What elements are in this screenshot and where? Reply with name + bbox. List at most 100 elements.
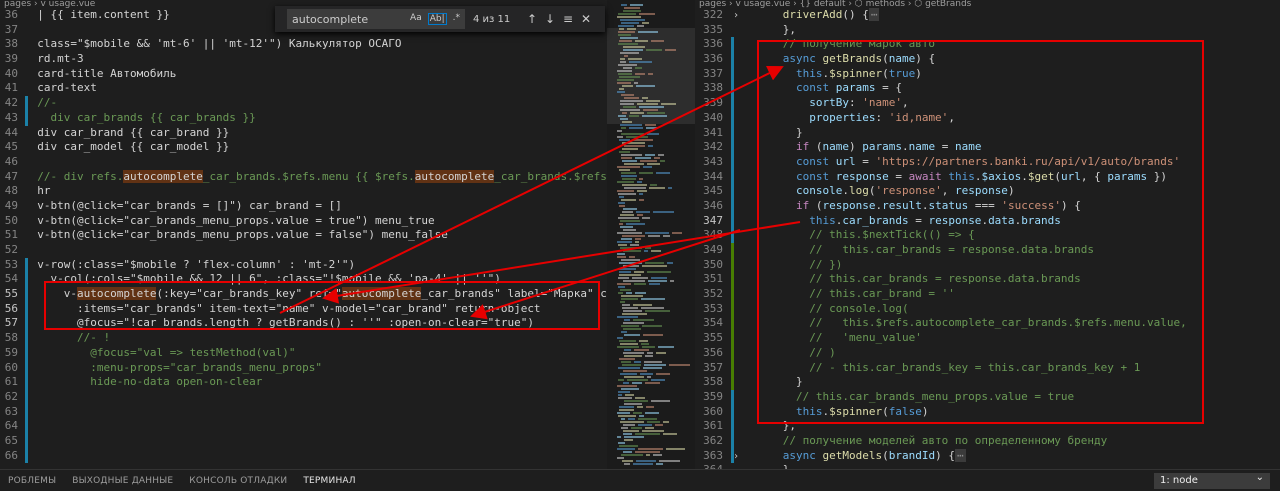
minimap[interactable] — [607, 0, 695, 469]
minimap-line — [618, 193, 636, 195]
git-change-marker — [731, 287, 734, 302]
code-line[interactable]: 42 //- — [0, 96, 607, 111]
minimap-line — [621, 361, 631, 363]
regex-toggle[interactable]: .* — [453, 13, 460, 25]
right-breadcrumb[interactable]: pages › 𝗏 usage.vue › {} default › ⬡ met… — [695, 0, 1280, 8]
minimap-line — [635, 397, 645, 399]
minimap-line — [646, 406, 654, 408]
minimap-line — [633, 139, 653, 141]
minimap-line — [637, 181, 642, 183]
code-line[interactable]: 66 — [0, 448, 607, 464]
minimap-line — [619, 196, 624, 198]
minimap-line — [645, 262, 664, 264]
minimap-line — [647, 421, 660, 423]
code-line[interactable]: 64 — [0, 419, 607, 434]
minimap-line — [618, 25, 634, 27]
minimap-line — [626, 136, 648, 138]
code-line[interactable]: 48 hr — [0, 184, 607, 199]
code-line[interactable]: 59 @focus="val => testMethod(val)" — [0, 345, 607, 361]
git-change-marker — [25, 331, 28, 346]
minimap-line — [620, 289, 631, 291]
folded-ellipsis[interactable]: ⋯ — [868, 8, 880, 21]
code-token: div car_model {{ car_model }} — [24, 140, 230, 154]
line-number: 60 — [4, 360, 18, 374]
code-line[interactable]: 322 › driverAdd() {⋯ — [695, 8, 1280, 23]
line-number: 42 — [4, 96, 18, 110]
previous-match-button[interactable]: ↑ — [523, 12, 541, 26]
minimap-line — [620, 124, 642, 126]
code-line[interactable]: 51 v-btn(@click="car_brands_menu_props.v… — [0, 228, 607, 243]
code-line[interactable]: 38 class="$mobile && 'mt-6' || 'mt-12'")… — [0, 37, 607, 52]
tab-debug-console[interactable]: КОНСОЛЬ ОТЛАДКИ — [181, 476, 295, 486]
minimap-line — [619, 151, 630, 153]
folded-ellipsis[interactable]: ⋯ — [954, 448, 966, 462]
minimap-line — [642, 265, 667, 267]
minimap-line — [621, 427, 628, 429]
minimap-line — [619, 28, 624, 30]
minimap-line — [651, 379, 665, 381]
minimap-line — [618, 13, 636, 15]
code-token: }, — [743, 22, 796, 36]
line-number: 340 — [703, 110, 723, 124]
minimap-line — [620, 214, 634, 216]
code-line[interactable]: 65 — [0, 433, 607, 449]
code-line[interactable]: 61 hide-no-data open-on-clear — [0, 375, 607, 390]
code-line[interactable]: 363 › async getModels(brandId) {⋯ — [695, 448, 1280, 464]
code-token: getModels — [822, 448, 883, 462]
code-line[interactable]: 62 — [0, 389, 607, 405]
code-line[interactable]: 45 div car_model {{ car_model }} — [0, 140, 607, 155]
minimap-line — [638, 424, 652, 426]
match-case-toggle[interactable]: Aa — [410, 13, 422, 25]
find-in-selection-button[interactable]: ≡ — [559, 12, 577, 26]
code-line[interactable]: 53 v-row(:class="$mobile ? 'flex-column'… — [0, 257, 607, 273]
minimap-line — [618, 286, 625, 288]
code-line[interactable]: 44 div car_brand {{ car_brand }} — [0, 126, 607, 141]
left-code-area[interactable]: 36 | {{ item.content }} 37 38 class="$mobi… — [0, 8, 607, 464]
line-number: 44 — [4, 125, 18, 139]
find-input[interactable]: autocomplete Aa Ab| .* — [287, 9, 465, 29]
minimap-line — [642, 97, 648, 99]
git-change-marker — [731, 316, 734, 332]
code-line[interactable]: 63 — [0, 404, 607, 420]
code-line[interactable]: 58 //- ! — [0, 331, 607, 346]
code-line[interactable]: 47 //- div refs.autocomplete_car_brands.… — [0, 169, 607, 185]
code-token: //- — [24, 96, 58, 110]
code-line[interactable]: 335 }, — [695, 23, 1280, 38]
git-change-marker — [731, 198, 734, 214]
line-number: 47 — [4, 169, 18, 183]
line-number: 65 — [4, 433, 18, 447]
code-line[interactable]: 60 :menu-props="car_brands_menu_props" — [0, 360, 607, 376]
left-editor[interactable]: pages › 𝗏 usage.vue 36 | {{ item.content… — [0, 0, 607, 469]
minimap-line — [642, 115, 667, 117]
minimap-line — [620, 52, 639, 54]
minimap-line — [623, 322, 644, 324]
tab-output[interactable]: ВЫХОДНЫЕ ДАННЫЕ — [64, 476, 181, 486]
minimap-line — [651, 250, 661, 252]
tab-problems[interactable]: РОБЛЕМЫ — [0, 476, 64, 486]
code-line[interactable]: 50 v-btn(@click="car_brands_menu_props.v… — [0, 214, 607, 229]
code-line[interactable]: 52 — [0, 243, 607, 258]
next-match-button[interactable]: ↓ — [541, 12, 559, 26]
minimap-line — [635, 451, 660, 453]
fold-chevron-icon[interactable]: › — [729, 9, 743, 24]
minimap-line — [622, 184, 647, 186]
line-number: 350 — [703, 257, 723, 271]
code-line[interactable]: 362 // получение моделей авто по определ… — [695, 433, 1280, 449]
git-change-marker — [25, 110, 28, 126]
code-line[interactable]: 43 div car_brands {{ car_brands }} — [0, 110, 607, 126]
code-line[interactable]: 49 v-btn(@click="car_brands = []") car_b… — [0, 199, 607, 214]
code-line[interactable]: 41 card-text — [0, 81, 607, 96]
code-line[interactable]: 46 — [0, 155, 607, 170]
terminal-select[interactable]: 1: node — [1154, 470, 1270, 489]
git-change-marker — [25, 316, 28, 332]
whole-word-toggle[interactable]: Ab| — [427, 13, 447, 25]
code-line[interactable]: 40 card-title Автомобиль — [0, 67, 607, 82]
minimap-line — [619, 445, 638, 447]
minimap-line — [622, 160, 637, 162]
tab-terminal[interactable]: ТЕРМИНАЛ — [295, 476, 363, 486]
line-number: 344 — [703, 169, 723, 183]
minimap-line — [617, 385, 637, 387]
minimap-line — [619, 274, 641, 276]
code-line[interactable]: 39 rd.mt-3 — [0, 52, 607, 67]
close-find-button[interactable]: ✕ — [577, 12, 595, 26]
